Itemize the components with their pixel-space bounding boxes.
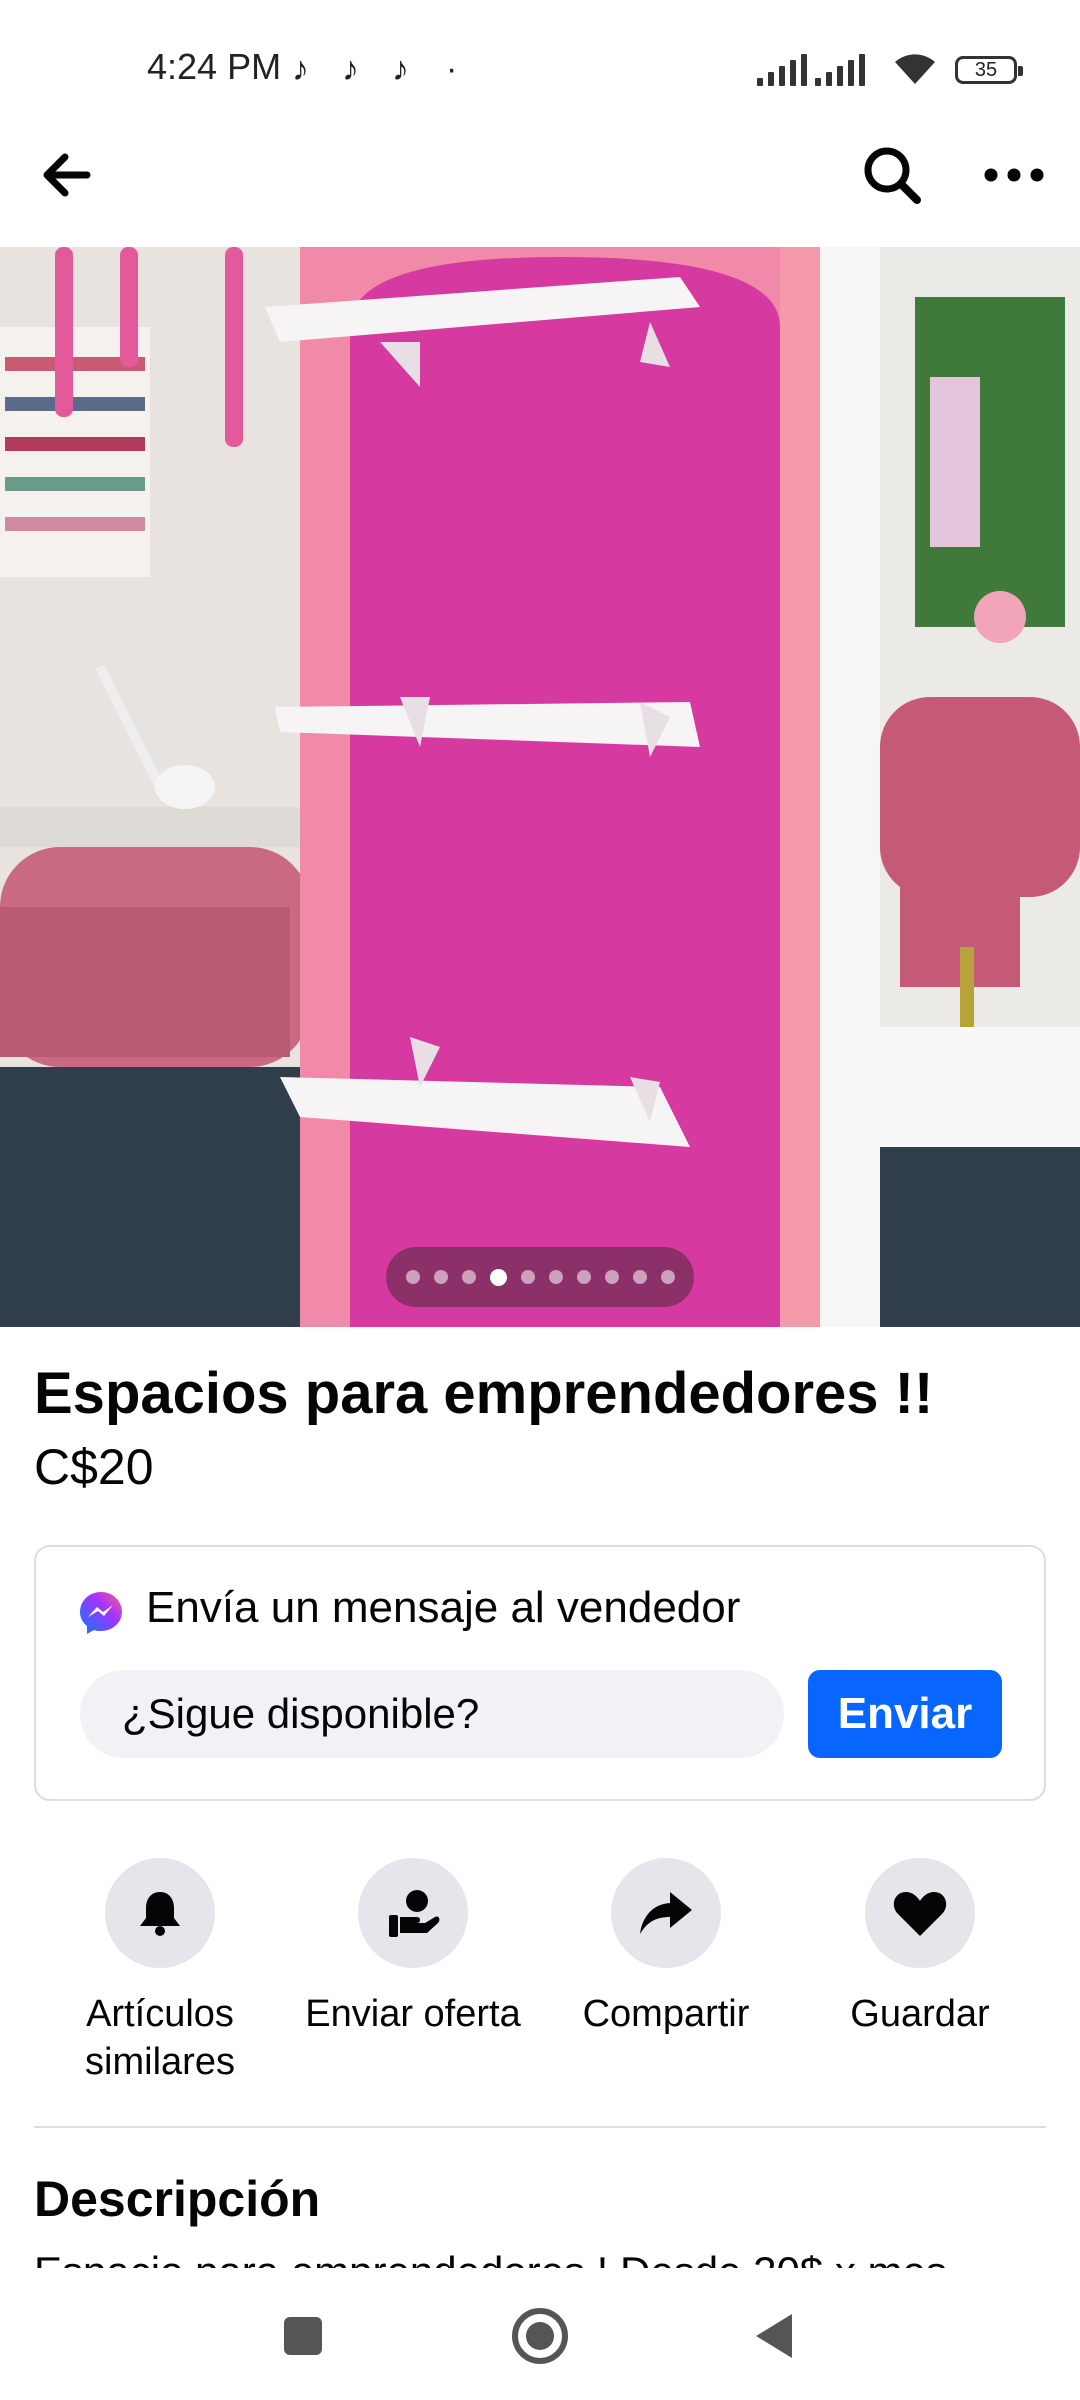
more-options-icon: [984, 168, 1044, 182]
description-text: Espacio para emprendedores ! Desde 20$ x…: [34, 2242, 1046, 2268]
listing-price: C$20: [34, 1439, 154, 1495]
message-heading: Envía un mensaje al vendedor: [146, 1583, 741, 1632]
page-dot[interactable]: [520, 1270, 535, 1284]
offer-hand-icon: [389, 1890, 440, 1937]
page-dot[interactable]: [604, 1270, 619, 1284]
signal-icon: [757, 52, 807, 86]
bell-icon-circle[interactable]: [105, 1858, 215, 1968]
status-time: 4:24 PM: [147, 46, 282, 87]
action-label: Enviar oferta: [305, 1993, 521, 2035]
page-dot[interactable]: [548, 1270, 563, 1284]
listing-photo[interactable]: [0, 247, 1080, 1327]
search-icon: [864, 147, 921, 204]
save-button[interactable]: Guardar: [795, 1858, 1045, 2038]
send-button[interactable]: Enviar: [808, 1670, 1002, 1758]
system-nav-bar: [0, 2272, 1080, 2400]
make-offer-button[interactable]: Enviar oferta: [288, 1858, 538, 2038]
page-dot[interactable]: [405, 1270, 420, 1284]
recents-icon[interactable]: [282, 2315, 324, 2357]
back-nav-icon[interactable]: [752, 2312, 796, 2360]
back-arrow-icon: [43, 153, 91, 197]
heart-icon: [893, 1892, 947, 1936]
back-button[interactable]: [26, 135, 106, 215]
heart-icon-circle[interactable]: [865, 1858, 975, 1968]
notification-dot: ·: [446, 50, 458, 88]
more-options-button[interactable]: [974, 135, 1054, 215]
photo-pagination: [386, 1247, 694, 1307]
tiktok-icon: ♪: [342, 50, 359, 88]
offer-icon-circle[interactable]: [358, 1858, 468, 1968]
similar-items-button[interactable]: Artículos similares: [35, 1858, 285, 2086]
divider: [34, 2126, 1046, 2128]
page-dot[interactable]: [632, 1270, 647, 1284]
tiktok-icon: ♪: [292, 50, 309, 88]
battery-level: 35: [974, 59, 998, 81]
page-dot[interactable]: [461, 1270, 476, 1284]
action-label: Guardar: [850, 1993, 990, 2035]
search-button[interactable]: [852, 135, 932, 215]
tiktok-icon: ♪: [392, 50, 409, 88]
page-dot[interactable]: [433, 1270, 448, 1284]
page-dot[interactable]: [660, 1270, 675, 1284]
page-dot[interactable]: [576, 1270, 591, 1284]
share-icon-circle[interactable]: [611, 1858, 721, 1968]
battery-icon: 35: [955, 56, 1023, 84]
share-arrow-icon: [640, 1892, 692, 1934]
home-icon[interactable]: [510, 2306, 570, 2366]
page-dot-active[interactable]: [489, 1268, 507, 1286]
message-input[interactable]: [80, 1670, 784, 1758]
signal-icon: [815, 52, 865, 86]
bell-icon: [140, 1892, 180, 1936]
wifi-icon: [895, 54, 935, 84]
action-label: Compartir: [582, 1993, 750, 2035]
listing-photo-illustration: [0, 247, 1080, 1327]
listing-title: Espacios para emprendedores !!: [34, 1361, 934, 1426]
description-heading: Descripción: [34, 2171, 321, 2227]
action-label: Artículos similares: [85, 1993, 235, 2083]
messenger-icon: [80, 1592, 122, 1634]
share-button[interactable]: Compartir: [541, 1858, 791, 2038]
